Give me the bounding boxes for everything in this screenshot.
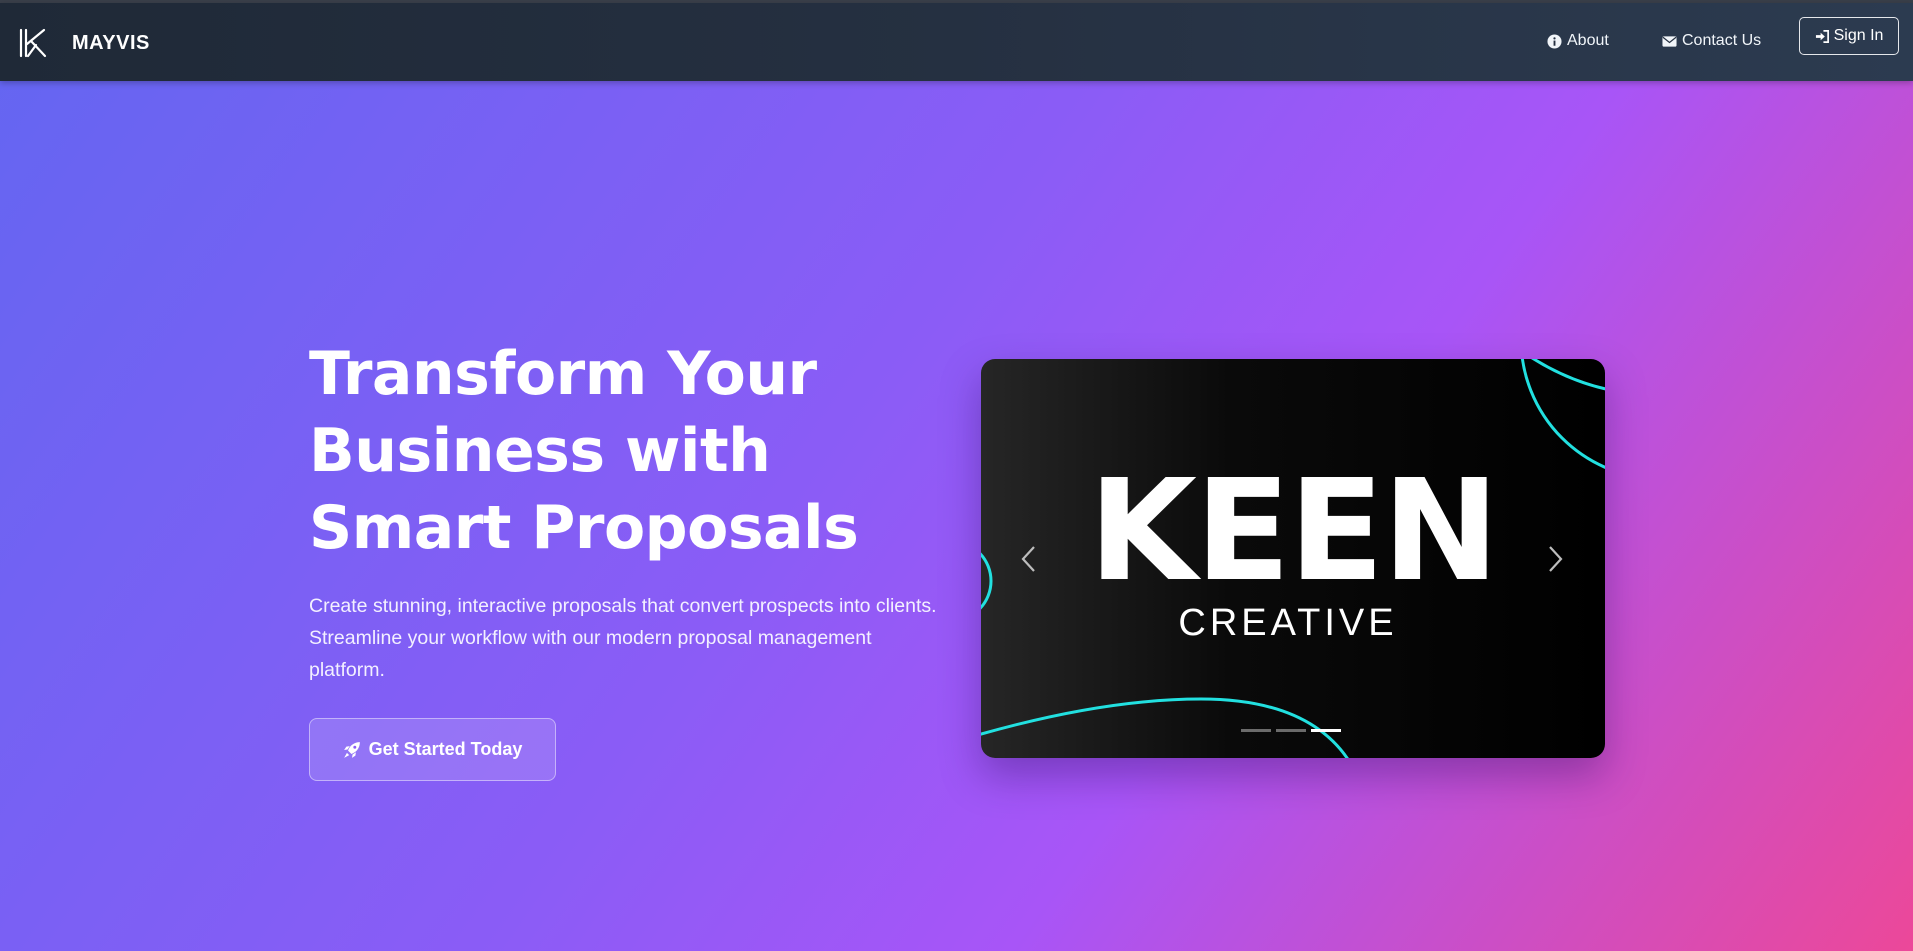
hero-background	[0, 0, 1913, 951]
image-carousel[interactable]: KEEN CREATIVE	[981, 359, 1605, 758]
hero-title-line: Transform Your	[309, 339, 817, 409]
hero-title-line: Business with	[309, 416, 771, 486]
hero-title: Transform Your Business with Smart Propo…	[309, 336, 929, 567]
carousel-indicators	[1241, 729, 1341, 732]
navbar: MAYVIS About Contact Us Sign In	[0, 3, 1913, 81]
sign-in-label: Sign In	[1833, 27, 1884, 44]
carousel-indicator[interactable]	[1311, 729, 1341, 732]
rocket-icon	[343, 741, 360, 758]
slide-subheadline: CREATIVE	[1178, 602, 1398, 644]
carousel-prev-button[interactable]	[1013, 539, 1043, 579]
hero-subtitle: Create stunning, interactive proposals t…	[309, 595, 937, 681]
chevron-right-icon	[1549, 546, 1563, 572]
sign-in-button[interactable]: Sign In	[1799, 17, 1899, 55]
envelope-icon	[1662, 35, 1677, 47]
nav-link-about-label: About	[1567, 32, 1609, 49]
brand-name: MAYVIS	[72, 31, 150, 54]
nav-link-contact[interactable]: Contact Us	[1662, 32, 1761, 50]
nav-link-contact-label: Contact Us	[1682, 32, 1762, 49]
info-circle-icon	[1547, 33, 1562, 49]
carousel-indicator[interactable]	[1241, 729, 1271, 732]
carousel-indicator[interactable]	[1276, 729, 1306, 732]
carousel-next-button[interactable]	[1541, 539, 1571, 579]
nav-link-about[interactable]: About	[1547, 32, 1609, 50]
get-started-button[interactable]: Get Started Today	[309, 718, 556, 781]
chevron-left-icon	[1021, 546, 1035, 572]
hero-title-line: Smart Proposals	[309, 493, 859, 563]
get-started-label: Get Started Today	[368, 739, 523, 759]
slide-headline: KEEN	[1088, 450, 1500, 613]
brand-k-logo-icon	[19, 28, 47, 58]
sign-in-icon	[1815, 29, 1829, 43]
brand[interactable]: MAYVIS	[18, 27, 150, 59]
